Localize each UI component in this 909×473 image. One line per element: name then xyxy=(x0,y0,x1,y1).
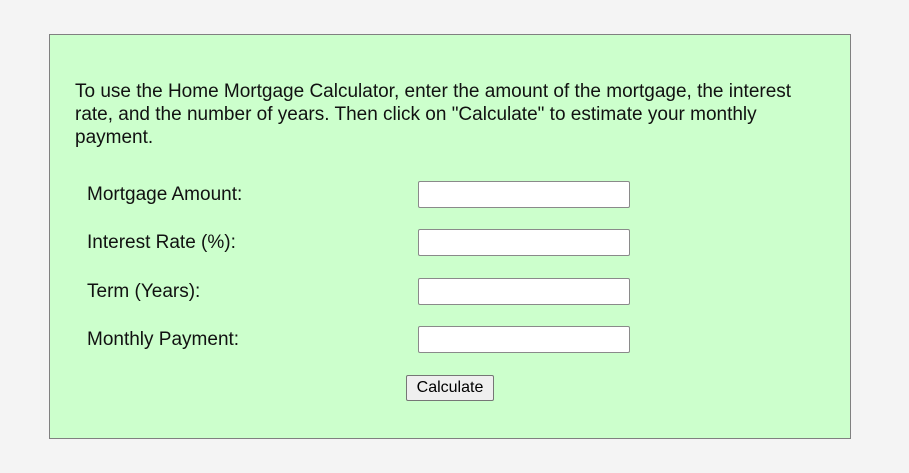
mortgage-amount-row: Mortgage Amount: xyxy=(50,181,850,208)
mortgage-amount-label: Mortgage Amount: xyxy=(87,184,243,205)
calculate-button[interactable]: Calculate xyxy=(406,375,494,401)
mortgage-amount-input[interactable] xyxy=(418,181,630,208)
term-years-input[interactable] xyxy=(418,278,630,305)
monthly-payment-row: Monthly Payment: xyxy=(50,326,850,353)
term-years-row: Term (Years): xyxy=(50,278,850,305)
monthly-payment-input[interactable] xyxy=(418,326,630,353)
interest-rate-input[interactable] xyxy=(418,229,630,256)
mortgage-calculator-panel: To use the Home Mortgage Calculator, ent… xyxy=(49,34,851,439)
interest-rate-row: Interest Rate (%): xyxy=(50,229,850,256)
interest-rate-label: Interest Rate (%): xyxy=(87,232,236,253)
monthly-payment-label: Monthly Payment: xyxy=(87,329,240,350)
term-years-label: Term (Years): xyxy=(87,281,201,302)
instructions-text: To use the Home Mortgage Calculator, ent… xyxy=(75,81,792,148)
